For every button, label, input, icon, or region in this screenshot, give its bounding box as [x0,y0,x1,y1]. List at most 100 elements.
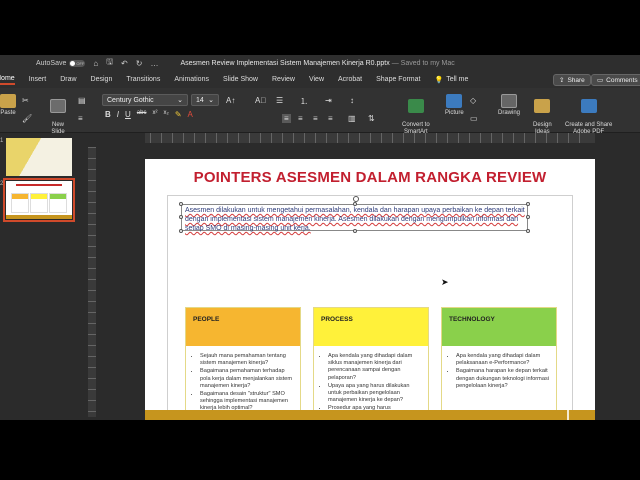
clear-format-icon[interactable]: A⃠ [255,96,266,105]
justify-icon[interactable]: ≡ [328,114,333,123]
tab-acrobat[interactable]: Acrobat [338,76,362,83]
share-icon: ⇪ [559,77,565,84]
new-slide-icon [50,99,66,113]
superscript-button[interactable]: x² [152,110,157,119]
smartart-icon [407,99,424,113]
drawing-label: Drawing [498,110,521,116]
column-people[interactable]: PEOPLE Sejauh mana pemahaman tentang sis… [185,307,301,420]
share-label: Share [567,76,585,84]
picture-button[interactable]: Picture [445,94,464,116]
subscript-button[interactable]: x₂ [163,110,168,119]
footer-divider [567,410,569,420]
chevron-down-icon: ⌄ [208,97,214,104]
tell-me-label: Tell me [446,76,469,83]
new-slide-button[interactable]: New Slide [50,92,66,136]
strikethrough-button[interactable]: abc [137,110,147,119]
layout-icon[interactable]: ▤ [78,96,86,105]
cut-icon[interactable]: ✂ [22,96,29,105]
font-color-icon[interactable]: A [188,110,193,119]
list-item: Bagaimana harapan ke depan terkait denga… [456,368,552,390]
adobe-pdf-icon [580,99,597,113]
tab-animations[interactable]: Animations [174,76,209,83]
more-icon[interactable]: … [150,59,158,68]
list-item: Apa kendala yang dihadapi dalam siklus m… [328,353,424,382]
underline-button[interactable]: U [125,110,131,119]
tab-design[interactable]: Design [91,76,113,83]
vertical-ruler[interactable] [88,147,96,417]
convert-smartart-button[interactable]: Convert to SmartArt [402,92,430,136]
indent-icon[interactable]: ⇥ [325,96,332,105]
drawing-icon [501,94,517,108]
design-ideas-icon [534,99,551,113]
text-box-icon[interactable]: ▭ [470,114,478,123]
share-button[interactable]: ⇪ Share [553,74,591,86]
autosave-toggle[interactable]: OFF [69,59,86,67]
tab-home[interactable]: Home [0,75,15,85]
bold-button[interactable]: B [105,110,111,119]
section-icon[interactable]: ≡ [78,114,83,123]
column-heading: PEOPLE [186,308,300,346]
ruler-scale [88,147,96,417]
column-technology[interactable]: TECHNOLOGY Apa kendala yang dihadapi dal… [441,307,557,420]
format-painter-icon[interactable]: 🖌 [22,114,32,123]
tell-me[interactable]: 💡 Tell me [434,76,468,84]
grow-font-icon[interactable]: A↑ [226,96,235,105]
slide-thumbnail-1[interactable] [6,138,72,176]
tab-slide-show[interactable]: Slide Show [223,76,258,83]
resize-handle[interactable] [526,215,530,219]
column-heading: TECHNOLOGY [442,308,556,346]
paste-label: Paste [0,110,16,116]
columns-icon[interactable]: ▥ [348,114,356,123]
body-text[interactable]: Asesmen dilakukan untuk mengetahui perma… [185,206,525,233]
resize-handle[interactable] [526,229,530,233]
numbering-icon[interactable]: ⒈ [300,96,308,107]
comments-button[interactable]: ▭ Comments [591,74,640,86]
thumbnail-number: 2 [0,181,4,187]
tab-transitions[interactable]: Transitions [126,76,160,83]
align-right-icon[interactable]: ≡ [313,114,318,123]
resize-handle[interactable] [179,202,183,206]
tab-insert[interactable]: Insert [29,76,47,83]
document-title: Asesmen Review Implementasi Sistem Manaj… [180,60,454,67]
redo-icon[interactable]: ↻ [136,59,143,68]
comments-label: Comments [606,76,638,84]
document-filename: Asesmen Review Implementasi Sistem Manaj… [180,59,390,67]
line-spacing-icon[interactable]: ↕ [350,96,354,105]
saved-status: — Saved to my Mac [391,59,455,67]
resize-handle[interactable] [526,202,530,206]
bullets-icon[interactable]: ☰ [276,96,283,105]
title-bar: AutoSave OFF ⌂ 🖫 ↶ ↻ … Asesmen Review Im… [0,55,640,71]
tab-shape-format[interactable]: Shape Format [376,76,420,83]
home-icon[interactable]: ⌂ [93,59,98,68]
resize-handle[interactable] [179,229,183,233]
highlight-icon[interactable]: ✎ [175,110,182,119]
horizontal-ruler[interactable] [145,133,595,143]
paste-button[interactable]: Paste [0,94,16,116]
shapes-icon[interactable]: ◇ [470,96,476,105]
column-process[interactable]: PROCESS Apa kendala yang dihadapi dalam … [313,307,429,420]
align-left-icon[interactable]: ≡ [282,114,291,123]
thumbnail-box-process [30,193,48,213]
thumbnail-title-bar [16,184,62,186]
tab-view[interactable]: View [309,76,324,83]
text-direction-icon[interactable]: ⇅ [368,114,375,123]
list-item: Upaya apa yang harus dilakukan untuk per… [328,383,424,405]
drawing-button[interactable]: Drawing [498,94,520,116]
italic-button[interactable]: I [117,110,119,119]
undo-icon[interactable]: ↶ [121,59,128,68]
align-center-icon[interactable]: ≡ [298,114,303,123]
lightbulb-icon: 💡 [434,76,444,84]
font-size-select[interactable]: 14 ⌄ [191,94,219,106]
slide-thumbnail-2[interactable] [3,178,75,222]
resize-handle[interactable] [179,215,183,219]
create-share-pdf-button[interactable]: Create and Share Adobe PDF [565,92,612,136]
tab-draw[interactable]: Draw [60,76,76,83]
font-name-select[interactable]: Century Gothic ⌄ [102,94,188,106]
design-ideas-button[interactable]: Design Ideas [533,92,552,136]
tab-review[interactable]: Review [272,76,295,83]
save-icon[interactable]: 🖫 [106,56,113,70]
thumbnail-bottom-bar [6,215,72,219]
slide-canvas[interactable]: POINTERS ASESMEN DALAM RANGKA REVIEW Ase… [145,159,595,420]
slide-title[interactable]: POINTERS ASESMEN DALAM RANGKA REVIEW [145,169,595,186]
mouse-cursor-icon: ➤ [441,277,449,287]
